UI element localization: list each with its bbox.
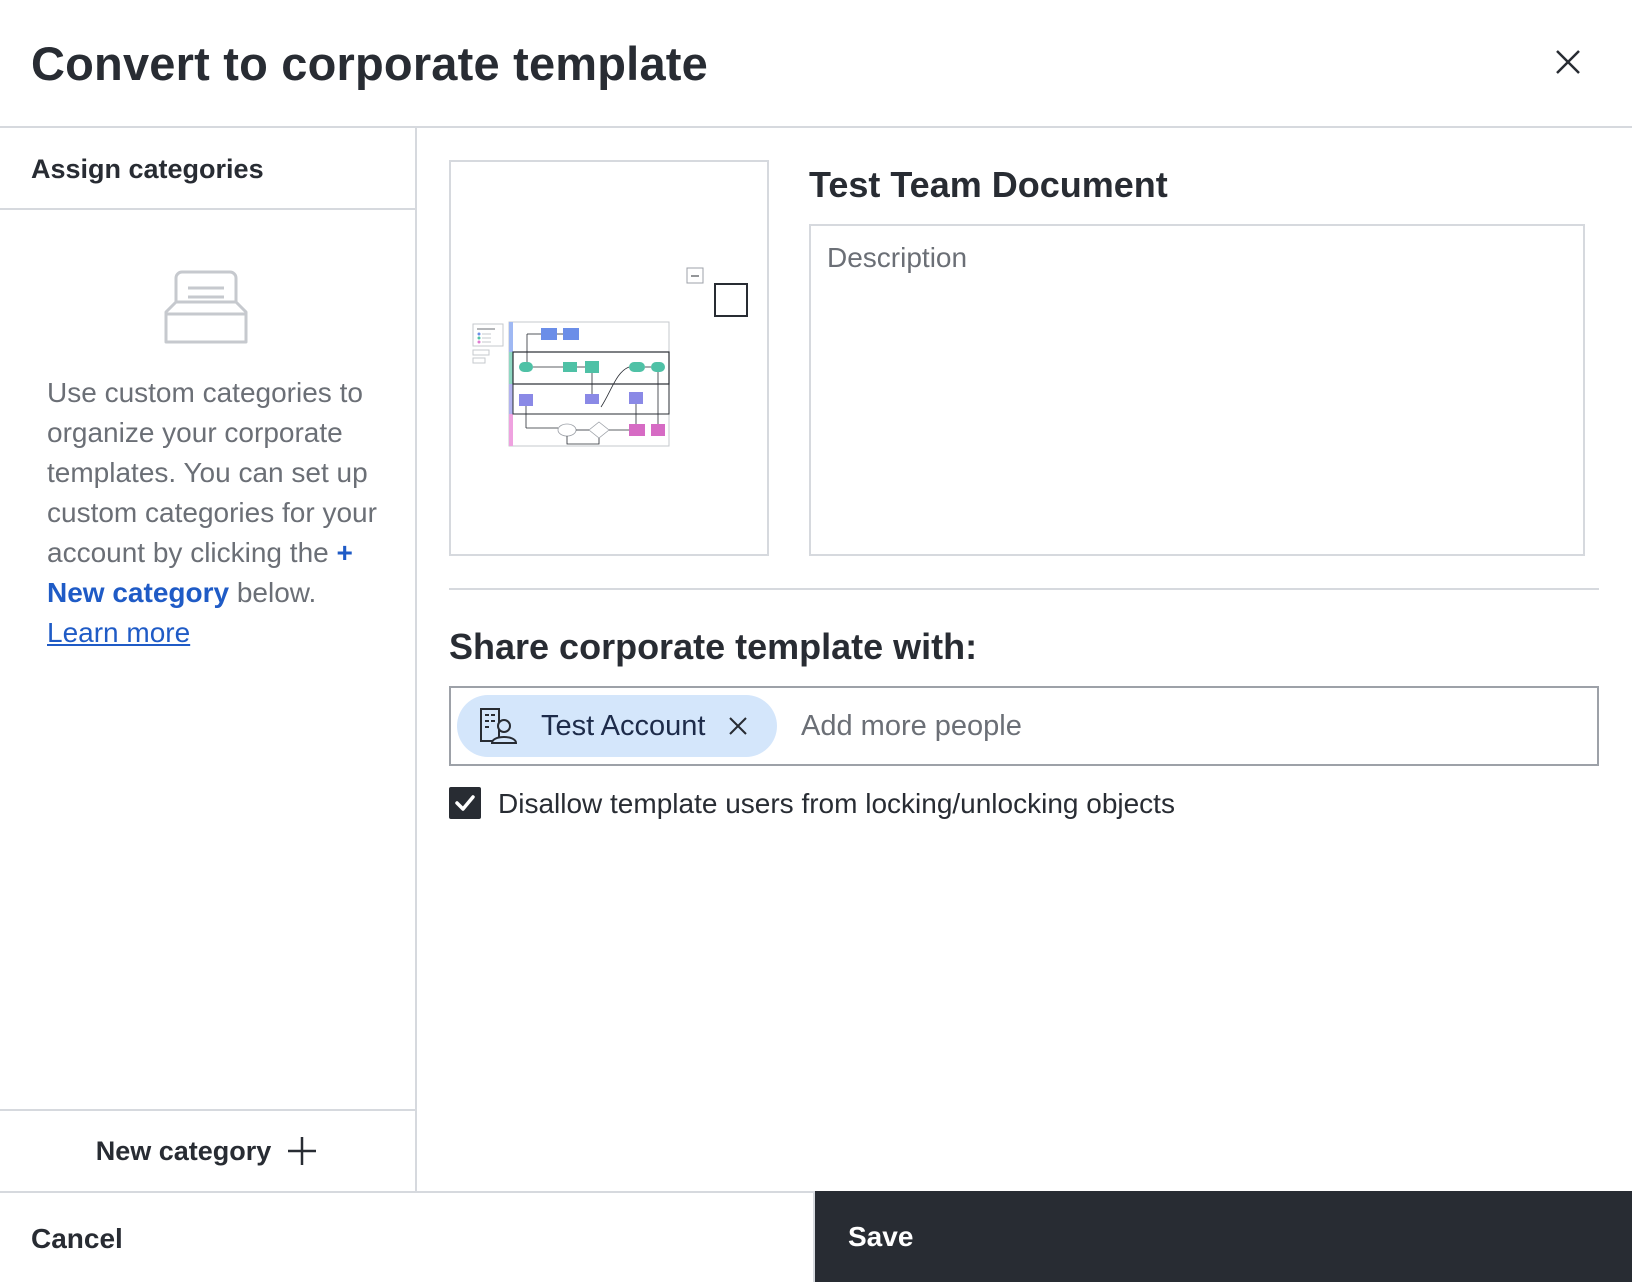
section-divider: [449, 588, 1599, 590]
learn-more-link[interactable]: Learn more: [47, 617, 190, 648]
new-category-label: New category: [95, 1135, 272, 1166]
disallow-locking-checkbox[interactable]: [449, 787, 481, 819]
sidebar-heading: Assign categories: [0, 128, 415, 210]
help-text-part-2: below.: [229, 577, 317, 608]
checkmark-icon: [455, 795, 475, 811]
inbox-icon: [164, 270, 248, 344]
plus-icon: [288, 1137, 317, 1165]
categories-sidebar: Assign categories Use custom categories …: [0, 128, 417, 1191]
help-text-part-1: Use custom categories to organize your c…: [47, 377, 377, 568]
recipient-chip[interactable]: Test Account: [457, 695, 777, 757]
share-heading: Share corporate template with:: [449, 626, 978, 667]
document-title: Test Team Document: [809, 164, 1168, 205]
new-category-button[interactable]: New category: [0, 1109, 415, 1191]
close-icon: [1556, 50, 1580, 74]
disallow-locking-label: Disallow template users from locking/unl…: [498, 788, 1175, 819]
building-person-icon: [480, 708, 517, 744]
dialog-title: Convert to corporate template: [31, 37, 708, 90]
add-people-input[interactable]: [801, 702, 1561, 750]
save-button[interactable]: Save: [815, 1191, 1632, 1282]
categories-help-text: Use custom categories to organize your c…: [47, 373, 377, 653]
share-recipients-field[interactable]: Test Account: [449, 686, 1599, 766]
document-thumbnail: [449, 160, 769, 556]
recipient-chip-label: Test Account: [541, 709, 706, 742]
dialog-header: Convert to corporate template: [0, 0, 1632, 128]
close-button[interactable]: [1546, 40, 1590, 84]
diagram-preview-image: [472, 267, 748, 447]
convert-template-dialog: Convert to corporate template Assign cat…: [0, 0, 1632, 1282]
cancel-button[interactable]: Cancel: [0, 1191, 815, 1282]
remove-recipient-icon[interactable]: [727, 715, 749, 737]
description-field[interactable]: [809, 224, 1585, 556]
